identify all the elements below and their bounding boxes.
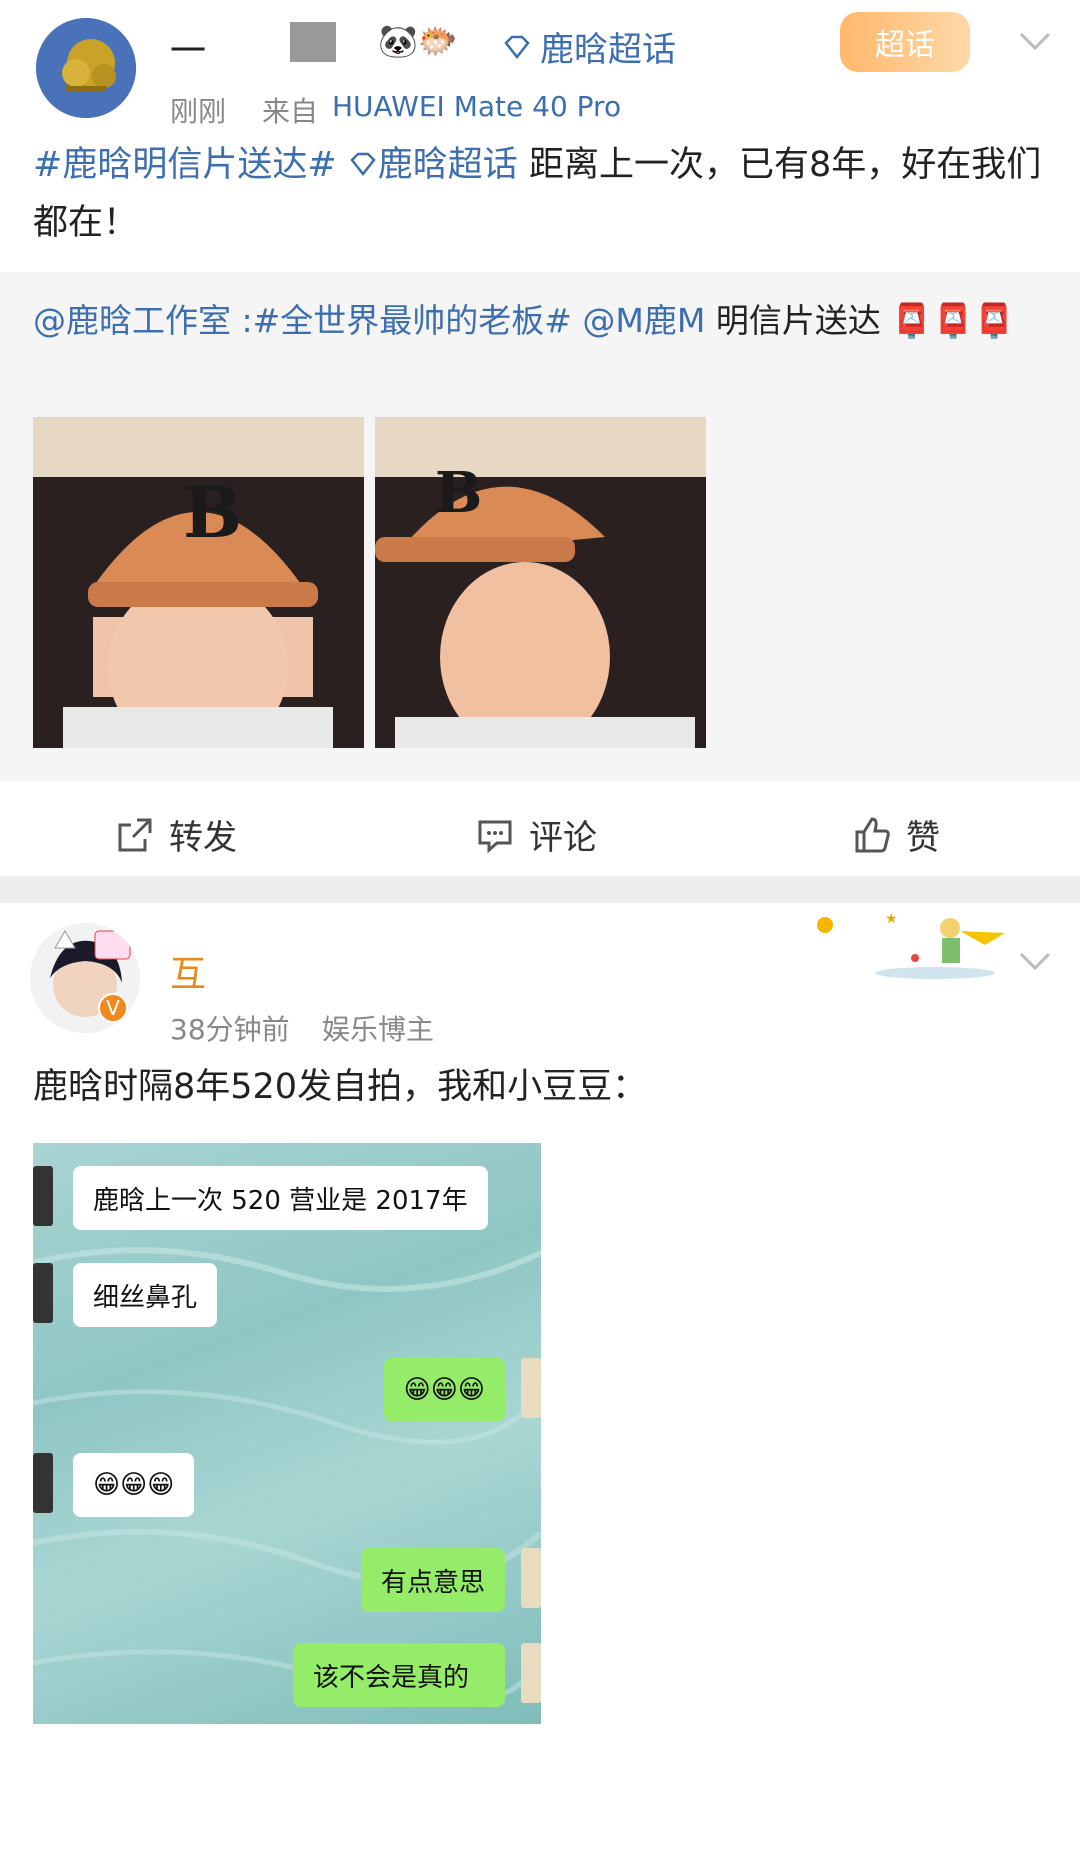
chat-avatar: [521, 1548, 541, 1608]
chevron-down-icon[interactable]: [1015, 940, 1055, 980]
hashtag-link[interactable]: #鹿晗明信片送达#: [33, 145, 337, 185]
badge-placeholder: [290, 22, 336, 62]
chevron-down-icon[interactable]: [1015, 20, 1055, 60]
chat-avatar: [33, 1453, 53, 1513]
share-icon: [118, 818, 152, 851]
verified-badge-icon: V: [98, 993, 128, 1023]
diamond-icon: [504, 35, 530, 59]
repost-text: 明信片送达: [715, 301, 881, 340]
post-text: 鹿晗时隔8年520发自拍，我和小豆豆：: [33, 1067, 648, 1107]
repost-body: @鹿晗工作室 :#全世界最帅的老板# @M鹿M 明信片送达 📮📮📮: [33, 292, 1043, 350]
diamond-icon: [350, 152, 376, 177]
mention-link[interactable]: @鹿晗工作室: [33, 301, 231, 340]
comment-button[interactable]: 评论: [475, 810, 597, 859]
svg-text:★: ★: [885, 911, 898, 927]
super-topic-link[interactable]: 鹿晗超话: [502, 22, 676, 71]
water-texture: [33, 1247, 541, 1705]
mention-link[interactable]: @M鹿M: [582, 301, 705, 340]
username[interactable]: 一: [170, 22, 206, 74]
chat-avatar: [521, 1358, 541, 1418]
panda-icon: 🐼: [378, 22, 418, 60]
chat-bubble: 😁😁😁: [383, 1358, 505, 1422]
fish-icon: 🐡: [417, 22, 458, 60]
chat-screenshot[interactable]: 鹿晗上一次 520 营业是 2017年 细丝鼻孔 😁😁😁 😁😁😁 有点意思 😁😁…: [33, 1143, 541, 1724]
comment-icon: [478, 820, 512, 853]
emoji-badges: 🐼🐡: [378, 22, 458, 60]
chat-bubble: 有点意思: [360, 1548, 505, 1612]
chat-bubble: 该不会是真的: [293, 1643, 490, 1707]
super-topic-inline[interactable]: 鹿晗超话: [348, 145, 529, 185]
source-prefix: 来自: [262, 95, 319, 128]
postbox-icon: 📮📮📮: [891, 301, 1015, 340]
post-body: #鹿晗明信片送达# 鹿晗超话 距离上一次，已有8年，好在我们都在！: [33, 136, 1043, 252]
chat-bubble: 鹿晗上一次 520 营业是 2017年: [73, 1166, 488, 1230]
chat-avatar: [521, 1643, 541, 1703]
username[interactable]: 互: [170, 945, 206, 997]
photo-2[interactable]: B: [375, 417, 706, 748]
chat-avatar: [33, 1263, 53, 1323]
post-time: 刚刚: [170, 95, 227, 128]
post-card-1: 一 🐼🐡 鹿晗超话 刚刚 来自 HUAWEI Mate 40 Pro 超话 #鹿…: [0, 0, 1080, 876]
like-button[interactable]: 赞: [852, 810, 940, 859]
chat-bubble: 😁😁😁: [73, 1453, 195, 1517]
svg-text:B: B: [183, 471, 242, 554]
forward-button[interactable]: 转发: [115, 810, 237, 859]
svg-text:B: B: [435, 460, 482, 526]
hashtag-link[interactable]: :#全世界最帅的老板#: [242, 301, 572, 340]
user-avatar[interactable]: [36, 18, 136, 118]
little-prince-decoration: ★: [815, 903, 1015, 983]
source-device[interactable]: HUAWEI Mate 40 Pro: [332, 90, 621, 123]
thumbs-up-icon: [855, 816, 890, 852]
chat-avatar: [33, 1166, 53, 1226]
post-card-2: V 互 38分钟前 娱乐博主 ★ 鹿晗时隔8年520发自拍，我和小豆豆： 鹿晗上…: [0, 903, 1080, 1875]
post-time: 38分钟前: [170, 1013, 290, 1046]
action-bar: 转发 评论 赞: [0, 790, 1080, 870]
super-topic-badge: 超话: [840, 12, 970, 72]
photo-1[interactable]: B: [33, 417, 364, 748]
user-role: 娱乐博主: [322, 1013, 435, 1046]
chat-bubble: 细丝鼻孔: [73, 1263, 218, 1327]
card-separator: [0, 876, 1080, 903]
